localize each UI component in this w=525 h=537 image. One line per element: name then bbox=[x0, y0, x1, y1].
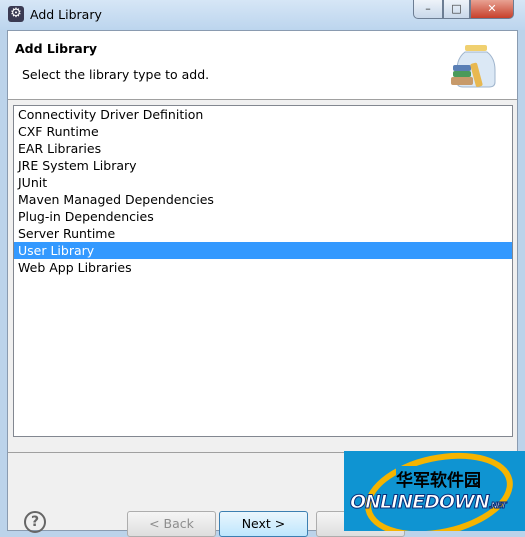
page-description: Select the library type to add. bbox=[22, 67, 210, 82]
library-jar-icon bbox=[451, 45, 496, 88]
watermark-en: ONLINEDOWN.NET bbox=[350, 491, 508, 514]
minimize-button[interactable]: – bbox=[413, 0, 443, 19]
list-item[interactable]: Plug-in Dependencies bbox=[14, 208, 512, 225]
list-item[interactable]: Server Runtime bbox=[14, 225, 512, 242]
next-button[interactable]: Next > bbox=[219, 511, 308, 537]
library-type-list[interactable]: Connectivity Driver Definition CXF Runti… bbox=[13, 105, 513, 437]
list-item[interactable]: CXF Runtime bbox=[14, 123, 512, 140]
list-item[interactable]: JUnit bbox=[14, 174, 512, 191]
help-icon[interactable]: ? bbox=[24, 511, 46, 533]
list-item[interactable]: JRE System Library bbox=[14, 157, 512, 174]
close-button[interactable]: ✕ bbox=[470, 0, 514, 19]
title-bar: ⚙ Add Library – □ ✕ bbox=[0, 0, 525, 30]
wizard-header: Add Library Select the library type to a… bbox=[8, 31, 517, 100]
list-item[interactable]: Connectivity Driver Definition bbox=[14, 106, 512, 123]
back-button[interactable]: < Back bbox=[127, 511, 216, 537]
watermark-net: .NET bbox=[488, 501, 507, 511]
list-item[interactable]: Web App Libraries bbox=[14, 259, 512, 276]
watermark-cn: 华军软件园 bbox=[396, 466, 481, 491]
list-item[interactable]: EAR Libraries bbox=[14, 140, 512, 157]
list-item-selected[interactable]: User Library bbox=[14, 242, 512, 259]
watermark-en-text: ONLINEDOWN bbox=[350, 491, 491, 514]
watermark-logo: 华军软件园 ONLINEDOWN.NET bbox=[344, 451, 525, 531]
page-title: Add Library bbox=[15, 41, 98, 56]
maximize-button[interactable]: □ bbox=[443, 0, 470, 19]
window-title: Add Library bbox=[30, 7, 102, 22]
eclipse-gear-icon: ⚙ bbox=[8, 6, 24, 22]
list-item[interactable]: Maven Managed Dependencies bbox=[14, 191, 512, 208]
